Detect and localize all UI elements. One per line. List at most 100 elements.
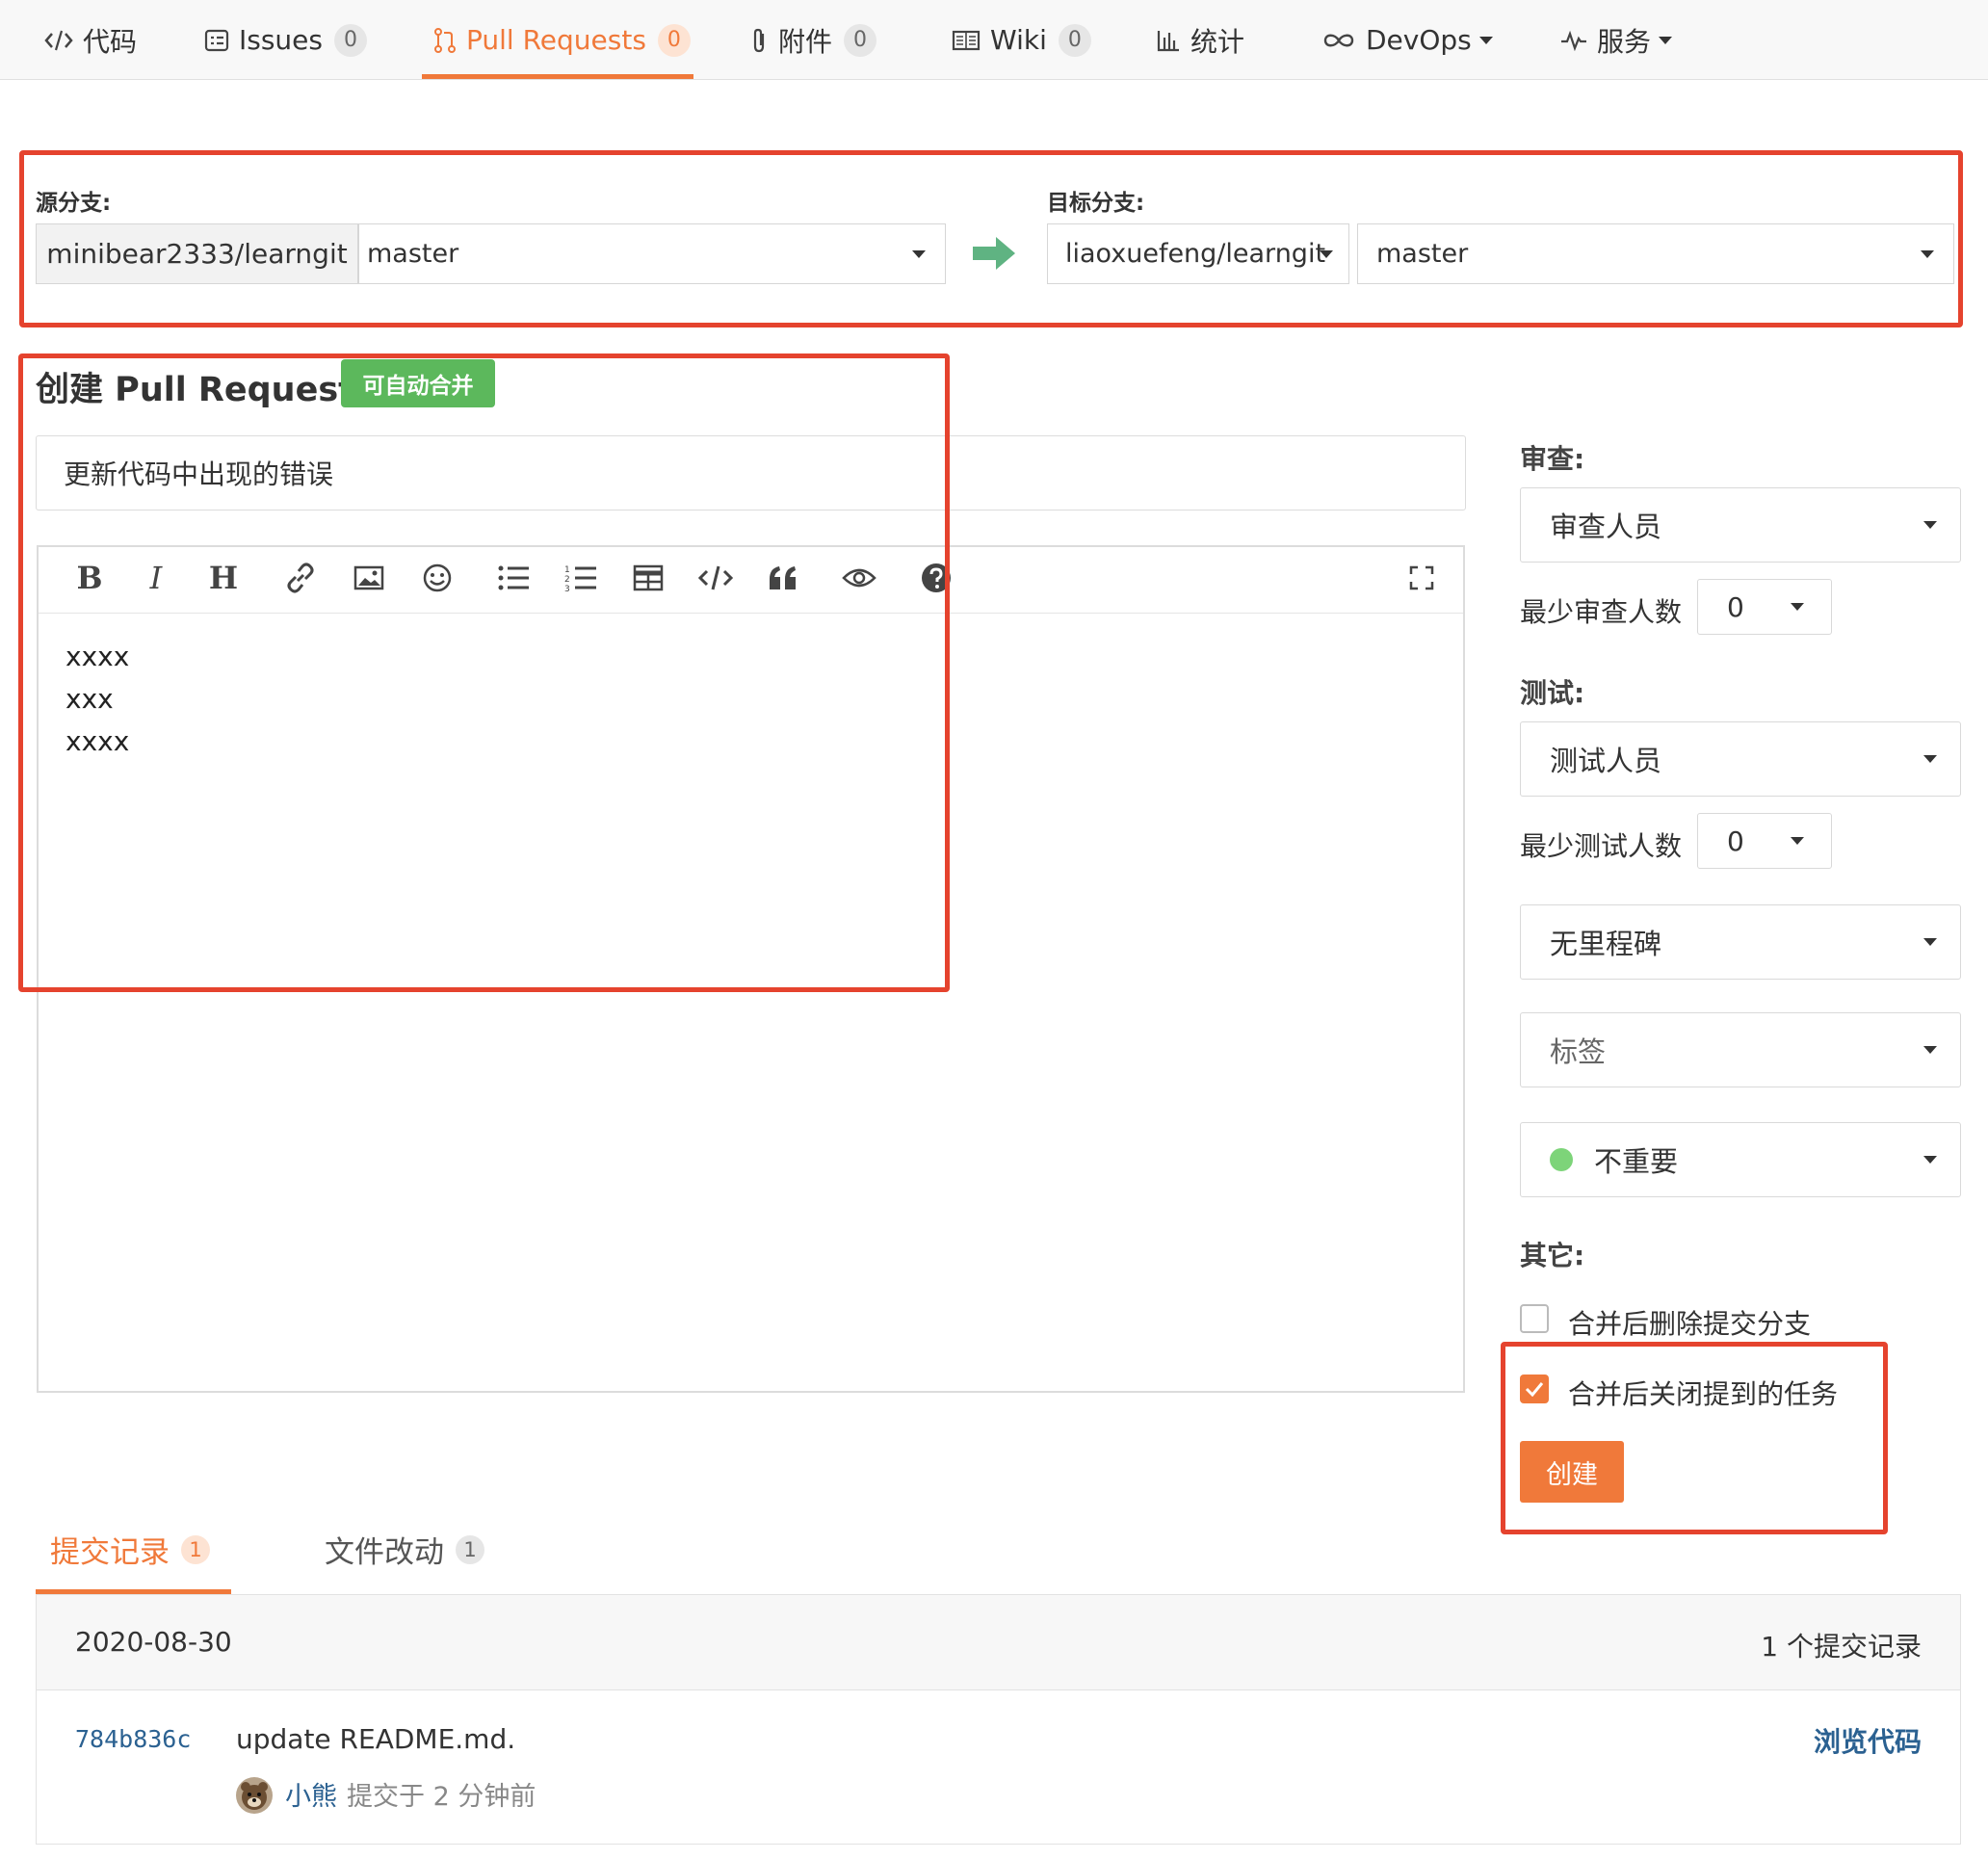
issues-icon (204, 28, 229, 53)
commit-author-link[interactable]: 小熊 (285, 1775, 337, 1813)
nav-label: Wiki (990, 24, 1047, 56)
create-button[interactable]: 创建 (1520, 1441, 1624, 1503)
chevron-down-icon (1478, 36, 1493, 44)
italic-icon[interactable]: I (137, 557, 175, 599)
editor-line: xxxx (65, 725, 130, 757)
commit-time: 提交于 2 分钟前 (347, 1782, 536, 1812)
svg-text:1: 1 (564, 565, 570, 575)
source-branch-select[interactable]: master (358, 223, 946, 284)
target-repo-select[interactable]: liaoxuefeng/learngit (1047, 223, 1349, 284)
bold-icon[interactable]: B (70, 557, 109, 599)
commit-hash-link[interactable]: 784b836c (75, 1725, 191, 1753)
reviewer-select-value: 审查人员 (1550, 511, 1662, 543)
emoji-icon[interactable] (418, 557, 457, 599)
commits-panel-header (37, 1595, 1960, 1690)
nav-label: 服务 (1597, 25, 1652, 58)
chevron-down-icon (912, 249, 926, 258)
priority-dot-icon (1550, 1148, 1573, 1171)
source-repo-select[interactable]: minibear2333/learngit (36, 223, 358, 284)
min-tester-select[interactable]: 0 (1697, 813, 1832, 869)
commit-count: 1 个提交记录 (1761, 1631, 1922, 1663)
source-branch-label: 源分支: (36, 191, 112, 216)
arrow-right-icon (973, 235, 1017, 272)
chevron-down-icon (1923, 938, 1937, 946)
book-icon (952, 29, 981, 52)
avatar[interactable] (236, 1777, 273, 1814)
link-icon[interactable] (281, 557, 320, 599)
toolbar-divider (39, 613, 1463, 614)
commit-date: 2020-08-30 (75, 1626, 232, 1658)
test-label: 测试: (1520, 677, 1585, 709)
nav-tab-issues[interactable]: Issues 0 (204, 0, 367, 80)
delete-branch-label: 合并后删除提交分支 (1568, 1308, 1812, 1340)
milestone-select-value: 无里程碑 (1550, 928, 1662, 960)
nav-label: 统计 (1190, 25, 1245, 58)
nav-tab-devops[interactable]: DevOps (1321, 0, 1493, 80)
chevron-down-icon (1791, 837, 1804, 845)
tab-label: 文件改动 (325, 1535, 444, 1570)
nav-tab-pull-requests[interactable]: Pull Requests 0 (433, 0, 691, 80)
heading-icon[interactable]: H (204, 557, 243, 599)
annotation-box-create (1501, 1342, 1888, 1534)
browse-code-link[interactable]: 浏览代码 (1814, 1721, 1922, 1760)
milestone-select[interactable]: 无里程碑 (1520, 904, 1961, 980)
image-icon[interactable] (350, 557, 388, 599)
nav-tab-stats[interactable]: 统计 (1156, 0, 1244, 80)
checkmark-icon (1525, 1382, 1544, 1397)
delete-branch-checkbox[interactable] (1520, 1304, 1549, 1333)
tab-label: 提交记录 (50, 1535, 170, 1570)
min-tester-label: 最少测试人数 (1520, 830, 1683, 862)
tab-commits[interactable]: 提交记录 1 (50, 1528, 210, 1571)
count-badge: 0 (844, 23, 877, 57)
nav-tab-attachments[interactable]: 附件 0 (751, 0, 877, 80)
numbered-list-icon[interactable]: 123 (562, 557, 600, 599)
other-label: 其它: (1520, 1240, 1585, 1271)
min-reviewer-select[interactable]: 0 (1697, 579, 1832, 635)
tester-select-value: 测试人员 (1550, 745, 1662, 777)
code-block-icon[interactable] (696, 557, 735, 599)
count-badge: 0 (334, 23, 367, 57)
nav-label: 代码 (83, 25, 138, 58)
chevron-down-icon (1923, 521, 1937, 529)
table-icon[interactable] (629, 557, 667, 599)
target-branch-value: master (1376, 239, 1469, 269)
chevron-down-icon (1921, 249, 1934, 258)
chevron-down-icon (1923, 1046, 1937, 1054)
preview-eye-icon[interactable] (840, 557, 878, 599)
review-label: 审查: (1520, 443, 1585, 475)
close-tasks-checkbox[interactable] (1520, 1375, 1549, 1403)
close-tasks-label: 合并后关闭提到的任务 (1568, 1378, 1839, 1410)
svg-text:2: 2 (564, 575, 570, 585)
editor-content[interactable]: xxxx xxx xxxx (65, 636, 129, 763)
fullscreen-icon[interactable] (1402, 557, 1441, 599)
count-badge: 1 (181, 1534, 210, 1564)
paperclip-icon (751, 27, 769, 54)
min-tester-value: 0 (1727, 825, 1744, 857)
tester-select[interactable]: 测试人员 (1520, 721, 1961, 797)
editor-line: xxx (65, 683, 114, 715)
code-icon (44, 28, 73, 53)
infinity-icon (1321, 31, 1356, 50)
nav-tab-wiki[interactable]: Wiki 0 (952, 0, 1091, 80)
labels-select[interactable]: 标签 (1520, 1012, 1961, 1087)
nav-label: 附件 (778, 25, 833, 58)
editor-line: xxxx (65, 641, 130, 672)
page-title: 创建 Pull Request (36, 371, 354, 409)
chevron-down-icon (1659, 36, 1673, 44)
reviewer-select[interactable]: 审查人员 (1520, 487, 1961, 563)
nav-tab-services[interactable]: 服务 (1560, 0, 1673, 80)
bullet-list-icon[interactable] (494, 557, 533, 599)
source-branch-value: master (367, 239, 459, 269)
chevron-down-icon (1320, 249, 1333, 258)
target-branch-select[interactable]: master (1357, 223, 1954, 284)
bar-chart-icon (1156, 28, 1181, 53)
target-repo-value: liaoxuefeng/learngit (1065, 239, 1326, 269)
tab-file-changes[interactable]: 文件改动 1 (325, 1528, 484, 1571)
count-badge: 1 (456, 1534, 484, 1564)
pr-title-input[interactable]: 更新代码中出现的错误 (36, 435, 1466, 511)
priority-select[interactable]: 不重要 (1520, 1122, 1961, 1197)
labels-select-value: 标签 (1550, 1035, 1607, 1068)
nav-tab-code[interactable]: 代码 (44, 0, 137, 80)
help-icon[interactable] (917, 557, 955, 599)
quote-icon[interactable] (764, 557, 802, 599)
